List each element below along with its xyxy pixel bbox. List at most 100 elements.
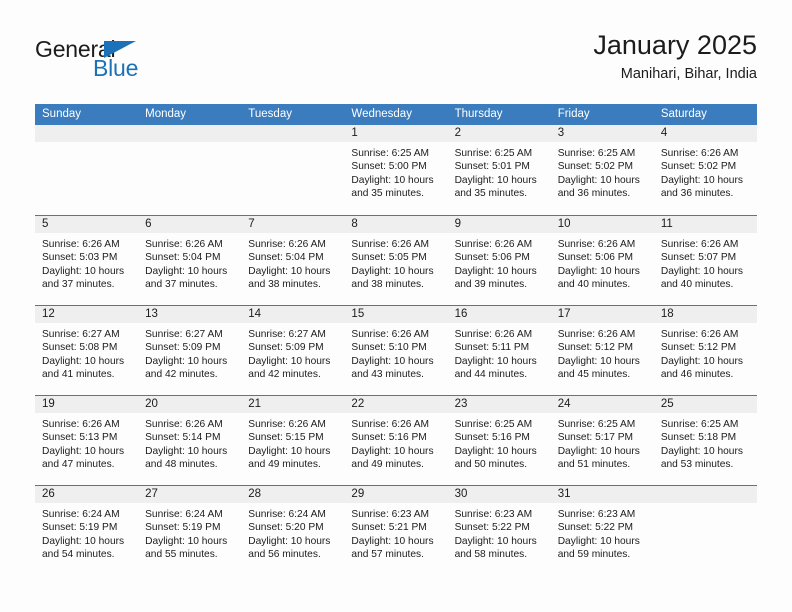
calendar-day-cell[interactable]: 8 Sunrise: 6:26 AM Sunset: 5:05 PM Daylight…	[344, 216, 448, 305]
daylight-text-line1: Daylight: 10 hours	[351, 265, 434, 277]
logo-text-blue: Blue	[93, 55, 139, 81]
daylight-text-line2: and 53 minutes.	[660, 458, 734, 470]
sunrise-text: Sunrise: 6:25 AM	[660, 419, 739, 430]
sunset-text: Sunset: 5:04 PM	[248, 252, 324, 264]
day-details: Sunrise: 6:25 AM Sunset: 5:00 PM Daylight:…	[344, 142, 447, 200]
general-blue-logo[interactable]: General Blue	[35, 36, 225, 88]
day-number: 13	[138, 306, 242, 323]
daylight-text-line1: Daylight: 10 hours	[660, 265, 743, 277]
day-details: Sunrise: 6:27 AM Sunset: 5:09 PM Daylight:…	[241, 323, 344, 381]
calendar-day-cell[interactable]: 7 Sunrise: 6:26 AM Sunset: 5:04 PM Daylight…	[241, 216, 345, 305]
daylight-text-line2: and 49 minutes.	[351, 458, 424, 470]
day-details: Sunrise: 6:24 AM Sunset: 5:19 PM Daylight:…	[35, 503, 138, 561]
calendar-day-cell[interactable]: 13 Sunrise: 6:27 AM Sunset: 5:09 PM Dayligh…	[138, 306, 242, 395]
calendar-day-cell[interactable]: 31 Sunrise: 6:23 AM Sunset: 5:22 PM Dayligh…	[550, 486, 654, 575]
daylight-text-line2: and 58 minutes.	[454, 548, 528, 560]
sunset-text: Sunset: 5:08 PM	[42, 342, 118, 354]
sunset-text: Sunset: 5:18 PM	[660, 432, 737, 444]
calendar-day-cell[interactable]: 6 Sunrise: 6:26 AM Sunset: 5:04 PM Daylight…	[138, 216, 242, 305]
calendar-day-cell[interactable]: 25 Sunrise: 6:25 AM Sunset: 5:18 PM Dayligh…	[653, 396, 757, 485]
daylight-text-line1: Daylight: 10 hours	[557, 355, 640, 367]
calendar-day-cell[interactable]: 17 Sunrise: 6:26 AM Sunset: 5:12 PM Dayligh…	[550, 306, 654, 395]
sunset-text: Sunset: 5:22 PM	[454, 522, 530, 534]
daylight-text-line2: and 37 minutes.	[42, 278, 115, 290]
calendar-day-cell[interactable]: 10 Sunrise: 6:26 AM Sunset: 5:06 PM Dayligh…	[550, 216, 654, 305]
daylight-text-line1: Daylight: 10 hours	[145, 265, 228, 277]
day-number: 2	[447, 125, 551, 142]
calendar-day-cell[interactable]: 26 Sunrise: 6:24 AM Sunset: 5:19 PM Dayligh…	[35, 486, 139, 575]
sunrise-text: Sunrise: 6:24 AM	[248, 509, 326, 520]
calendar-day-cell[interactable]: 14 Sunrise: 6:27 AM Sunset: 5:09 PM Dayligh…	[241, 306, 345, 395]
calendar-day-cell[interactable]: 3 Sunrise: 6:25 AM Sunset: 5:02 PM Daylight…	[550, 125, 654, 215]
calendar-day-cell[interactable]: 28 Sunrise: 6:24 AM Sunset: 5:20 PM Dayligh…	[241, 486, 345, 575]
calendar-day-cell[interactable]: 1 Sunrise: 6:25 AM Sunset: 5:00 PM Daylight…	[344, 125, 448, 215]
calendar-day-cell[interactable]: 22 Sunrise: 6:26 AM Sunset: 5:16 PM Dayligh…	[344, 396, 448, 485]
calendar-day-cell[interactable]: 5 Sunrise: 6:26 AM Sunset: 5:03 PM Daylight…	[35, 216, 139, 305]
calendar-week-row: 5 Sunrise: 6:26 AM Sunset: 5:03 PM Daylight…	[35, 215, 757, 305]
calendar-day-cell[interactable]: 29 Sunrise: 6:23 AM Sunset: 5:21 PM Dayligh…	[344, 486, 448, 575]
calendar-day-cell[interactable]: 24 Sunrise: 6:25 AM Sunset: 5:17 PM Dayligh…	[550, 396, 654, 485]
sunrise-text: Sunrise: 6:26 AM	[145, 239, 223, 250]
calendar-day-cell[interactable]: 9 Sunrise: 6:26 AM Sunset: 5:06 PM Daylight…	[447, 216, 551, 305]
daylight-text-line2: and 55 minutes.	[145, 548, 218, 560]
day-number: 23	[447, 396, 551, 413]
calendar-day-cell[interactable]: 23 Sunrise: 6:25 AM Sunset: 5:16 PM Dayligh…	[447, 396, 551, 485]
daylight-text-line2: and 35 minutes.	[454, 187, 528, 199]
calendar-day-cell[interactable]: 20 Sunrise: 6:26 AM Sunset: 5:14 PM Dayligh…	[138, 396, 242, 485]
calendar-day-cell[interactable]: 12 Sunrise: 6:27 AM Sunset: 5:08 PM Dayligh…	[35, 306, 139, 395]
day-details: Sunrise: 6:26 AM Sunset: 5:15 PM Daylight:…	[241, 413, 344, 471]
day-details: Sunrise: 6:23 AM Sunset: 5:22 PM Daylight:…	[448, 503, 551, 561]
calendar-day-cell[interactable]: 16 Sunrise: 6:26 AM Sunset: 5:11 PM Dayligh…	[447, 306, 551, 395]
daylight-text-line2: and 46 minutes.	[660, 368, 734, 380]
calendar-grid: Sunday Monday Tuesday Wednesday Thursday Frid…	[35, 104, 757, 575]
calendar-day-cell[interactable]: 11 Sunrise: 6:26 AM Sunset: 5:07 PM Dayligh…	[653, 216, 757, 305]
sunset-text: Sunset: 5:01 PM	[454, 161, 530, 173]
sunrise-text: Sunrise: 6:26 AM	[42, 239, 120, 250]
calendar-day-cell[interactable]: 19 Sunrise: 6:26 AM Sunset: 5:13 PM Dayligh…	[35, 396, 139, 485]
daylight-text-line2: and 48 minutes.	[145, 458, 218, 470]
sunset-text: Sunset: 5:09 PM	[248, 342, 324, 354]
sunset-text: Sunset: 5:19 PM	[42, 522, 118, 534]
daylight-text-line2: and 51 minutes.	[557, 458, 631, 470]
sunrise-text: Sunrise: 6:26 AM	[557, 329, 636, 340]
calendar-day-cell[interactable]: 15 Sunrise: 6:26 AM Sunset: 5:10 PM Dayligh…	[344, 306, 448, 395]
daylight-text-line2: and 47 minutes.	[42, 458, 115, 470]
day-number: 25	[653, 396, 757, 413]
calendar-day-cell[interactable]: 21 Sunrise: 6:26 AM Sunset: 5:15 PM Dayligh…	[241, 396, 345, 485]
calendar-day-cell[interactable]: 2 Sunrise: 6:25 AM Sunset: 5:01 PM Daylight…	[447, 125, 551, 215]
calendar-day-cell[interactable]: 4 Sunrise: 6:26 AM Sunset: 5:02 PM Daylight…	[653, 125, 757, 215]
weekday-header-wednesday: Wednesday	[351, 108, 412, 120]
day-number: 27	[138, 486, 242, 503]
day-details: Sunrise: 6:26 AM Sunset: 5:05 PM Daylight:…	[344, 233, 447, 291]
daylight-text-line1: Daylight: 10 hours	[42, 265, 125, 277]
sunset-text: Sunset: 5:15 PM	[248, 432, 324, 444]
day-details: Sunrise: 6:27 AM Sunset: 5:08 PM Daylight:…	[35, 323, 138, 381]
day-details: Sunrise: 6:26 AM Sunset: 5:06 PM Daylight:…	[448, 233, 551, 291]
daylight-text-line2: and 38 minutes.	[351, 278, 424, 290]
day-number: 7	[241, 216, 345, 233]
daylight-text-line1: Daylight: 10 hours	[351, 445, 434, 457]
page-title: January 2025	[593, 30, 757, 60]
sunrise-text: Sunrise: 6:26 AM	[454, 239, 533, 250]
calendar-day-cell-empty	[241, 125, 345, 215]
sunset-text: Sunset: 5:11 PM	[454, 342, 530, 354]
sunset-text: Sunset: 5:22 PM	[557, 522, 634, 534]
day-number: 31	[550, 486, 654, 503]
calendar-day-cell[interactable]: 27 Sunrise: 6:24 AM Sunset: 5:19 PM Dayligh…	[138, 486, 242, 575]
calendar-day-cell[interactable]: 30 Sunrise: 6:23 AM Sunset: 5:22 PM Dayligh…	[447, 486, 551, 575]
daylight-text-line1: Daylight: 10 hours	[454, 355, 537, 367]
daylight-text-line2: and 35 minutes.	[351, 187, 424, 199]
page-header: General Blue January 2025 Manihari, Biha…	[35, 28, 757, 94]
daylight-text-line1: Daylight: 10 hours	[557, 445, 640, 457]
calendar-day-cell[interactable]: 18 Sunrise: 6:26 AM Sunset: 5:12 PM Dayligh…	[653, 306, 757, 395]
day-details: Sunrise: 6:26 AM Sunset: 5:04 PM Daylight:…	[138, 233, 241, 291]
day-details: Sunrise: 6:27 AM Sunset: 5:09 PM Daylight:…	[138, 323, 241, 381]
day-details: Sunrise: 6:25 AM Sunset: 5:02 PM Daylight:…	[551, 142, 654, 200]
daylight-text-line1: Daylight: 10 hours	[248, 355, 331, 367]
sunset-text: Sunset: 5:17 PM	[557, 432, 634, 444]
sunset-text: Sunset: 5:06 PM	[454, 252, 530, 264]
day-number: 22	[344, 396, 448, 413]
sunrise-text: Sunrise: 6:26 AM	[660, 329, 739, 340]
sunrise-text: Sunrise: 6:26 AM	[660, 239, 739, 250]
day-number: 24	[550, 396, 654, 413]
